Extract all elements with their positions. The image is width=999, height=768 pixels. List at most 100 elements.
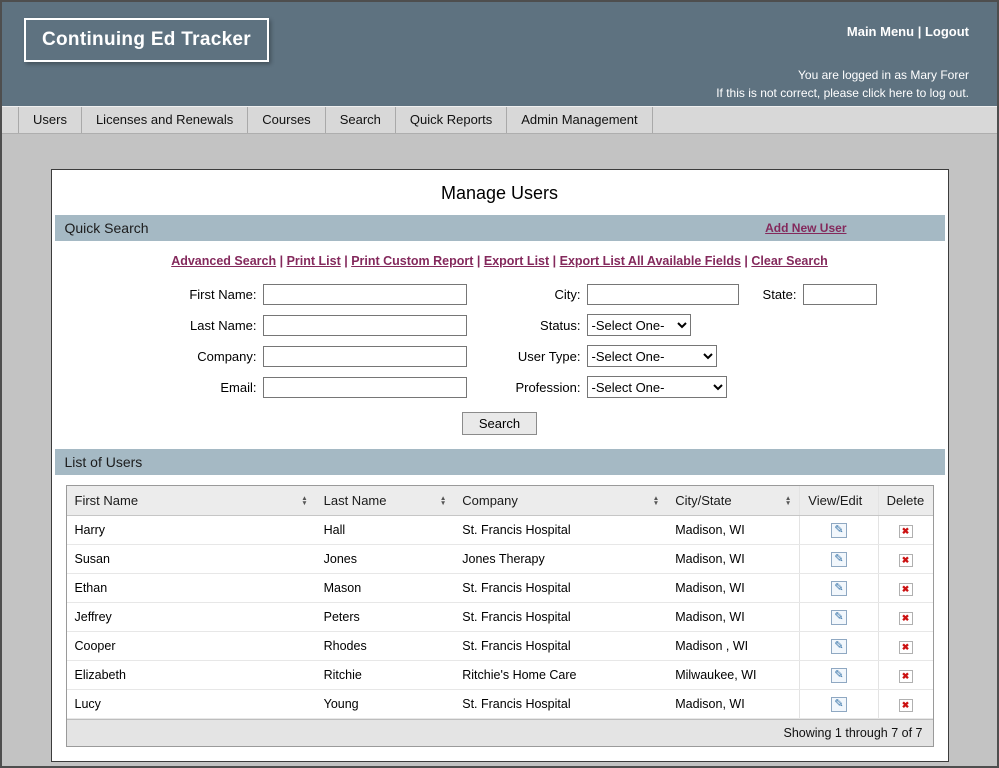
link-separator: | — [341, 254, 351, 268]
cell-last-name: Ritchie — [316, 661, 455, 690]
cell-city-state: Madison, WI — [667, 545, 800, 574]
delete-icon[interactable]: ✖ — [899, 554, 913, 567]
cell-first-name: Ethan — [67, 574, 316, 603]
add-new-user-link[interactable]: Add New User — [765, 221, 846, 235]
delete-icon[interactable]: ✖ — [899, 641, 913, 654]
list-of-users-section-bar: List of Users — [55, 449, 945, 475]
link-clear-search[interactable]: Clear Search — [751, 254, 827, 268]
status-select[interactable]: -Select One- — [587, 314, 691, 336]
sort-icon[interactable] — [440, 496, 446, 506]
logout-hint-suffix: to log out. — [913, 86, 969, 100]
cell-company: St. Francis Hospital — [454, 690, 667, 719]
email-input[interactable] — [263, 377, 467, 398]
first-name-label: First Name: — [113, 287, 263, 302]
cell-company: St. Francis Hospital — [454, 574, 667, 603]
nav-item-licenses-and-renewals[interactable]: Licenses and Renewals — [82, 107, 248, 133]
nav-item-users[interactable]: Users — [18, 107, 82, 133]
cell-delete: ✖ — [878, 632, 932, 661]
cell-company: Jones Therapy — [454, 545, 667, 574]
state-cell — [803, 284, 887, 305]
link-separator: | — [473, 254, 483, 268]
first-name-input[interactable] — [263, 284, 467, 305]
delete-icon[interactable]: ✖ — [899, 612, 913, 625]
profession-select[interactable]: -Select One- — [587, 376, 727, 398]
nav-item-admin-management[interactable]: Admin Management — [507, 107, 652, 133]
column-header-last-name[interactable]: Last Name — [316, 486, 455, 516]
cell-delete: ✖ — [878, 574, 932, 603]
delete-icon[interactable]: ✖ — [899, 670, 913, 683]
nav-item-quick-reports[interactable]: Quick Reports — [396, 107, 507, 133]
status-cell: -Select One- — [587, 314, 745, 336]
edit-icon[interactable]: ✎ — [831, 639, 847, 654]
cell-company: St. Francis Hospital — [454, 632, 667, 661]
column-header-company[interactable]: Company — [454, 486, 667, 516]
logged-in-as-text: You are logged in as Mary Forer — [716, 66, 969, 84]
column-header-first-name[interactable]: First Name — [67, 486, 316, 516]
link-print-list[interactable]: Print List — [287, 254, 341, 268]
logout-hint-text: If this is not correct, please click her… — [716, 84, 969, 102]
column-header-delete: Delete — [878, 486, 932, 516]
cell-last-name: Peters — [316, 603, 455, 632]
cell-city-state: Milwaukee, WI — [667, 661, 800, 690]
quick-search-section-bar: Quick Search Add New User — [55, 215, 945, 241]
table-row: JeffreyPetersSt. Francis HospitalMadison… — [67, 603, 933, 632]
users-table-container: First NameLast NameCompanyCity/StateView… — [66, 485, 934, 747]
column-label: Delete — [887, 493, 925, 508]
city-input[interactable] — [587, 284, 739, 305]
edit-icon[interactable]: ✎ — [831, 668, 847, 683]
edit-icon[interactable]: ✎ — [831, 523, 847, 538]
table-row: EthanMasonSt. Francis HospitalMadison, W… — [67, 574, 933, 603]
link-divider: | — [918, 24, 922, 39]
main-menu-link[interactable]: Main Menu — [847, 24, 914, 39]
state-label: State: — [745, 287, 803, 302]
header-utility-links: Main Menu | Logout — [847, 24, 969, 39]
edit-icon[interactable]: ✎ — [831, 697, 847, 712]
link-advanced-search[interactable]: Advanced Search — [171, 254, 276, 268]
cell-city-state: Madison, WI — [667, 603, 800, 632]
cell-first-name: Jeffrey — [67, 603, 316, 632]
cell-company: St. Francis Hospital — [454, 603, 667, 632]
last-name-input[interactable] — [263, 315, 467, 336]
nav-item-courses[interactable]: Courses — [248, 107, 325, 133]
list-of-users-title: List of Users — [65, 454, 143, 470]
cell-view-edit: ✎ — [800, 545, 878, 574]
link-separator: | — [276, 254, 286, 268]
cell-first-name: Harry — [67, 516, 316, 545]
edit-icon[interactable]: ✎ — [831, 581, 847, 596]
city-cell — [587, 284, 745, 305]
profession-label: Profession: — [475, 380, 587, 395]
link-separator: | — [741, 254, 751, 268]
sort-icon[interactable] — [785, 496, 791, 506]
cell-company: St. Francis Hospital — [454, 516, 667, 545]
table-row: ElizabethRitchieRitchie's Home CareMilwa… — [67, 661, 933, 690]
edit-icon[interactable]: ✎ — [831, 552, 847, 567]
cell-last-name: Jones — [316, 545, 455, 574]
column-header-city-state[interactable]: City/State — [667, 486, 800, 516]
company-cell — [263, 346, 475, 367]
logout-link[interactable]: Logout — [925, 24, 969, 39]
email-label: Email: — [113, 380, 263, 395]
link-export-list-all-available-fields[interactable]: Export List All Available Fields — [560, 254, 741, 268]
cell-view-edit: ✎ — [800, 574, 878, 603]
delete-icon[interactable]: ✖ — [899, 699, 913, 712]
column-header-view-edit: View/Edit — [800, 486, 878, 516]
link-print-custom-report[interactable]: Print Custom Report — [351, 254, 473, 268]
user-type-cell: -Select One- — [587, 345, 745, 367]
user-type-select[interactable]: -Select One- — [587, 345, 717, 367]
delete-icon[interactable]: ✖ — [899, 583, 913, 596]
cell-last-name: Hall — [316, 516, 455, 545]
delete-icon[interactable]: ✖ — [899, 525, 913, 538]
sort-icon[interactable] — [653, 496, 659, 506]
table-row: CooperRhodesSt. Francis HospitalMadison … — [67, 632, 933, 661]
company-input[interactable] — [263, 346, 467, 367]
users-table-header-row: First NameLast NameCompanyCity/StateView… — [67, 486, 933, 516]
sort-icon[interactable] — [301, 496, 307, 506]
cell-city-state: Madison, WI — [667, 516, 800, 545]
state-input[interactable] — [803, 284, 877, 305]
link-export-list[interactable]: Export List — [484, 254, 549, 268]
nav-item-search[interactable]: Search — [326, 107, 396, 133]
click-here-link[interactable]: click here — [862, 86, 913, 100]
city-label: City: — [475, 287, 587, 302]
edit-icon[interactable]: ✎ — [831, 610, 847, 625]
search-button[interactable]: Search — [462, 412, 537, 435]
